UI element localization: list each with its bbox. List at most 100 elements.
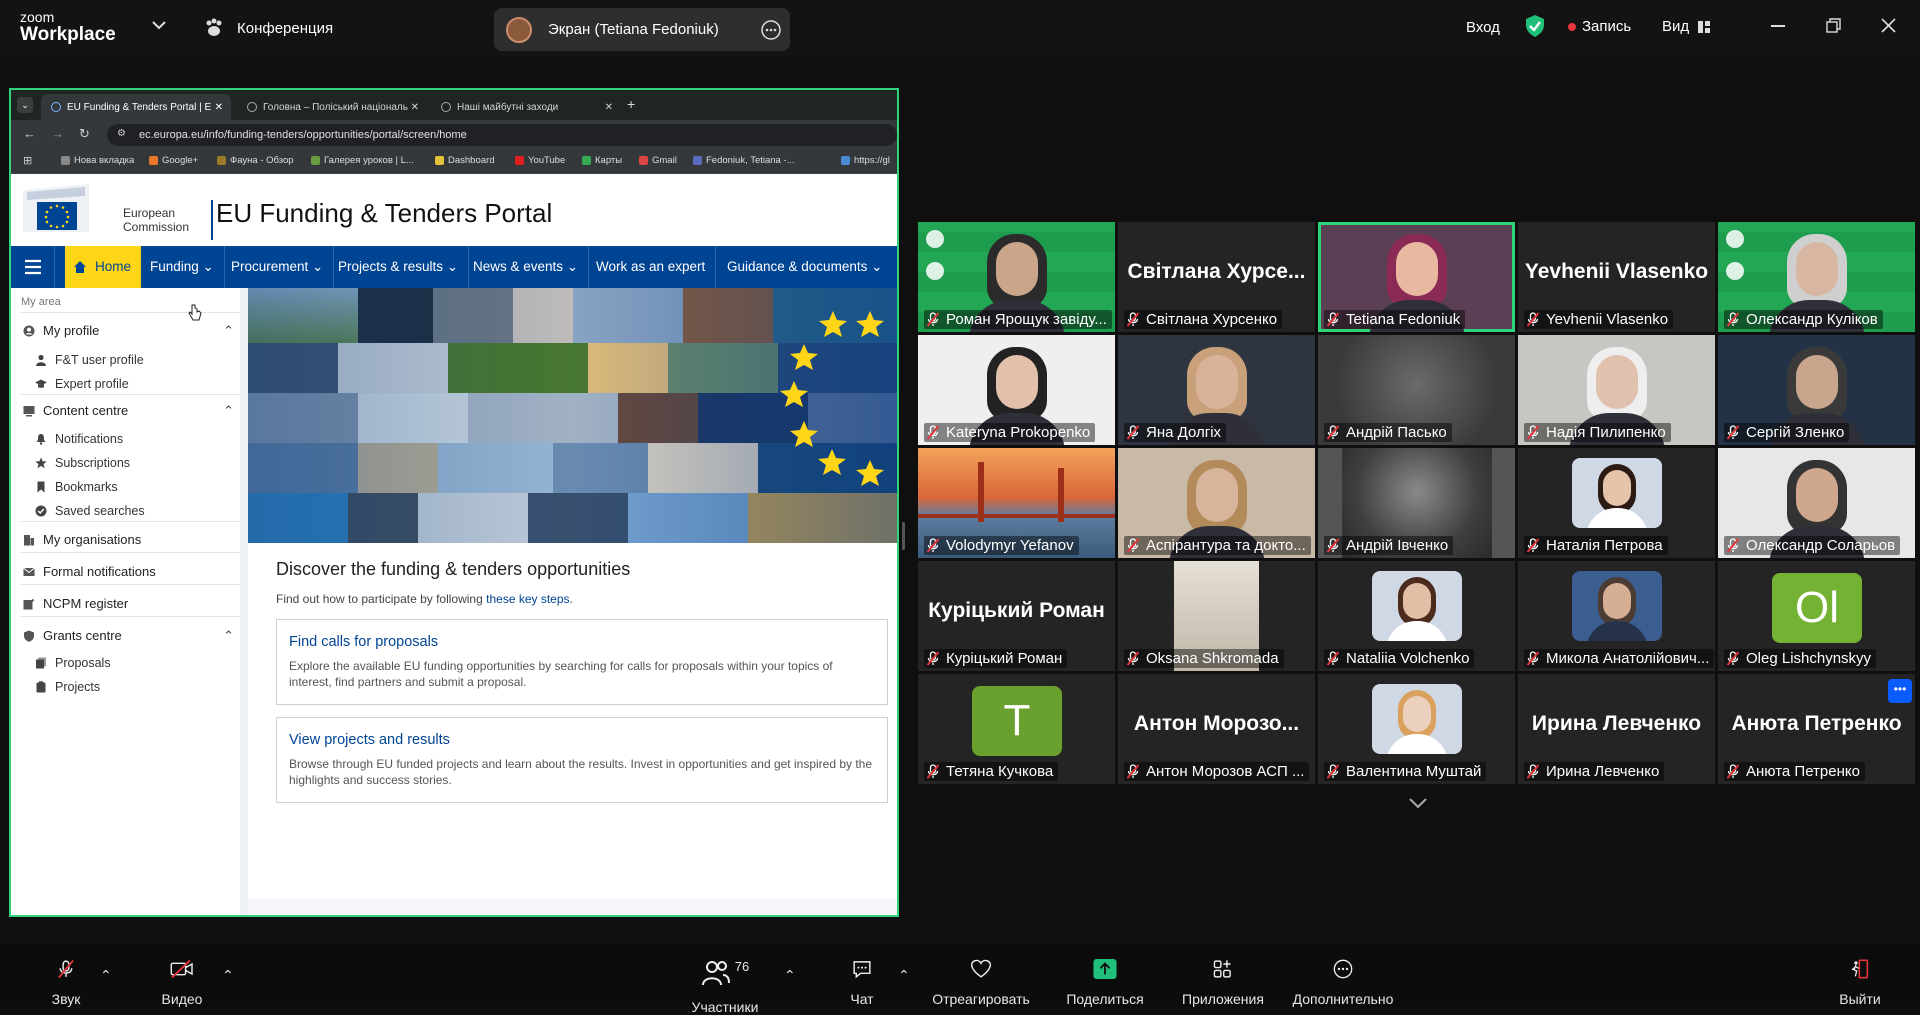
video-options-caret-icon[interactable]: ⌃ (222, 967, 234, 984)
sidebar-item-my-organisations[interactable]: My organisations (23, 532, 141, 547)
bookmark-gmail[interactable]: Gmail (639, 155, 677, 166)
find-calls-card[interactable]: Find calls for proposals Explore the ava… (276, 619, 888, 705)
audio-options-caret-icon[interactable]: ⌃ (100, 967, 112, 984)
url-input[interactable]: ec.europa.eu/info/funding-tenders/opport… (107, 124, 897, 146)
participant-tile[interactable]: Надія Пилипенко (1518, 335, 1715, 445)
bookmark-https[interactable]: https://gl (841, 155, 890, 166)
participant-tile[interactable]: Ol Oleg Lishchynskyy (1718, 561, 1915, 671)
participant-tile[interactable]: Куріцький Роман Куріцький Роман (918, 561, 1115, 671)
sidebar-item-saved-searches[interactable]: Saved searches (35, 504, 145, 518)
sidebar-item-bookmarks[interactable]: Bookmarks (35, 480, 118, 494)
sidebar-item-formal-notifications[interactable]: Formal notifications (23, 564, 156, 579)
audio-button[interactable]: Звук (44, 943, 88, 1007)
sidebar-item-projects[interactable]: Projects (35, 680, 100, 694)
chat-button[interactable]: Чат (844, 943, 880, 1007)
panel-resize-handle[interactable] (902, 522, 905, 550)
more-button[interactable]: Дополнительно (1287, 943, 1399, 1007)
record-indicator[interactable]: Запись (1568, 18, 1631, 35)
my-profile-group[interactable]: My profile ⌃ (23, 323, 238, 338)
conference-button[interactable]: Конференция (203, 17, 333, 39)
tile-more-options-icon[interactable]: ••• (1888, 679, 1912, 703)
new-tab-icon[interactable]: + (627, 96, 635, 112)
tab-search-icon[interactable]: ⌄ (17, 97, 33, 113)
close-icon[interactable] (1881, 18, 1896, 33)
more-options-icon[interactable] (760, 19, 782, 41)
minimize-icon[interactable] (1771, 25, 1785, 27)
content-centre-group[interactable]: Content centre ⌃ (23, 403, 238, 418)
bookmark-new-tab[interactable]: Нова вкладка (61, 155, 134, 166)
participant-tile[interactable]: Олександр Куліков (1718, 222, 1915, 332)
participant-tile[interactable]: Tetiana Fedoniuk (1318, 222, 1515, 332)
participant-tile[interactable]: Роман Ярощук завіду... (918, 222, 1115, 332)
bookmark-dashboard[interactable]: Dashboard (435, 155, 494, 166)
bookmark-fedoniuk[interactable]: Fedoniuk, Tetiana -... (693, 155, 795, 166)
restore-icon[interactable] (1826, 18, 1841, 33)
apps-grid-icon[interactable]: ⊞ (23, 154, 32, 167)
participant-tile[interactable]: Yevhenii Vlasenko Yevhenii Vlasenko (1518, 222, 1715, 332)
nav-procurement[interactable]: Procurement ⌄ (221, 246, 335, 288)
chevron-up-icon[interactable]: ⌃ (223, 323, 234, 339)
chevron-up-icon[interactable]: ⌃ (223, 628, 234, 644)
sidebar-item-proposals[interactable]: Proposals (35, 656, 111, 670)
nav-funding[interactable]: Funding ⌄ (140, 246, 225, 288)
participant-tile[interactable]: Сергій Зленко (1718, 335, 1915, 445)
sidebar-item-ncpm-register[interactable]: NCPM register (23, 596, 128, 611)
card-title[interactable]: Find calls for proposals (289, 634, 875, 650)
bookmark-maps[interactable]: Карты (582, 155, 622, 166)
participant-tile[interactable]: Антон Морозо... Антон Морозов АСП ... (1118, 674, 1315, 784)
apps-button[interactable]: Приложения (1175, 943, 1271, 1007)
nav-news-events[interactable]: News & events ⌄ (463, 246, 590, 288)
sidebar-item-expert-profile[interactable]: Expert profile (35, 377, 129, 391)
gallery-next-page-icon[interactable] (1408, 797, 1428, 809)
nav-home[interactable]: Home (65, 246, 142, 288)
european-commission-logo[interactable]: European Commission (23, 182, 213, 240)
grants-centre-group[interactable]: Grants centre ⌃ (23, 628, 238, 643)
signin-button[interactable]: Вход (1466, 19, 1500, 36)
participant-tile[interactable]: T Тетяна Кучкова (918, 674, 1115, 784)
chevron-up-icon[interactable]: ⌃ (223, 403, 234, 419)
participants-button[interactable]: 76 Участники (685, 943, 765, 1015)
tab-events[interactable]: Наші майбутні заходи ✕ (431, 94, 621, 120)
view-projects-card[interactable]: View projects and results Browse through… (276, 717, 888, 803)
tab-close-icon[interactable]: ✕ (605, 102, 613, 113)
participant-tile[interactable]: Яна Долгіх (1118, 335, 1315, 445)
chevron-down-icon[interactable] (152, 20, 166, 30)
video-button[interactable]: Видео (158, 943, 206, 1007)
participant-tile[interactable]: Світлана Хурсе... Світлана Хурсенко (1118, 222, 1315, 332)
participant-tile[interactable]: Kateryna Prokopenko (918, 335, 1115, 445)
tab-close-icon[interactable]: ✕ (215, 102, 223, 113)
nav-work-as-expert[interactable]: Work as an expert (586, 246, 717, 288)
bookmark-youtube[interactable]: YouTube (515, 155, 565, 166)
participants-options-caret-icon[interactable]: ⌃ (784, 967, 796, 984)
participant-tile[interactable]: Анюта Петренко Анюта Петренко (1718, 674, 1915, 784)
security-shield-icon[interactable] (1524, 14, 1546, 38)
share-button[interactable]: Поделиться (1063, 943, 1147, 1007)
chat-options-caret-icon[interactable]: ⌃ (898, 967, 910, 984)
sidebar-item-ft-user-profile[interactable]: F&T user profile (35, 353, 144, 367)
reload-icon[interactable]: ↻ (79, 126, 90, 142)
participant-tile[interactable]: Volodymyr Yefanov (918, 448, 1115, 558)
forward-icon[interactable]: → (51, 126, 64, 141)
bookmark-fauna[interactable]: Фауна - Обзор (217, 155, 294, 166)
tab-eu-funding[interactable]: EU Funding & Tenders Portal | E ✕ (41, 94, 231, 120)
sidebar-item-subscriptions[interactable]: Subscriptions (35, 456, 130, 470)
tab-polissia[interactable]: Головна – Поліський національ ✕ (237, 94, 427, 120)
participant-tile[interactable]: Ирина Левченко Ирина Левченко (1518, 674, 1715, 784)
hamburger-menu-icon[interactable] (11, 246, 55, 288)
sidebar-item-notifications[interactable]: Notifications (35, 432, 123, 446)
participant-tile[interactable]: Валентина Муштай (1318, 674, 1515, 784)
leave-button[interactable]: Выйти (1836, 943, 1884, 1007)
bookmark-gallery[interactable]: Галерея уроков | L... (311, 155, 414, 166)
tab-close-icon[interactable]: ✕ (411, 102, 419, 113)
participant-tile[interactable]: Аспірантура та докто... (1118, 448, 1315, 558)
bookmark-google-plus[interactable]: Google+ (149, 155, 198, 166)
participant-tile[interactable]: Oksana Shkromada (1118, 561, 1315, 671)
nav-projects-results[interactable]: Projects & results ⌄ (328, 246, 470, 288)
view-button[interactable]: Вид (1662, 18, 1711, 35)
key-steps-link[interactable]: these key steps (486, 592, 569, 606)
participant-tile[interactable]: Наталія Петрова (1518, 448, 1715, 558)
site-info-icon[interactable]: ⚙ (117, 128, 126, 139)
react-button[interactable]: Отреагировать (930, 943, 1032, 1007)
participant-tile[interactable]: Олександр Соларьов (1718, 448, 1915, 558)
participant-tile[interactable]: Андрій Івченко (1318, 448, 1515, 558)
